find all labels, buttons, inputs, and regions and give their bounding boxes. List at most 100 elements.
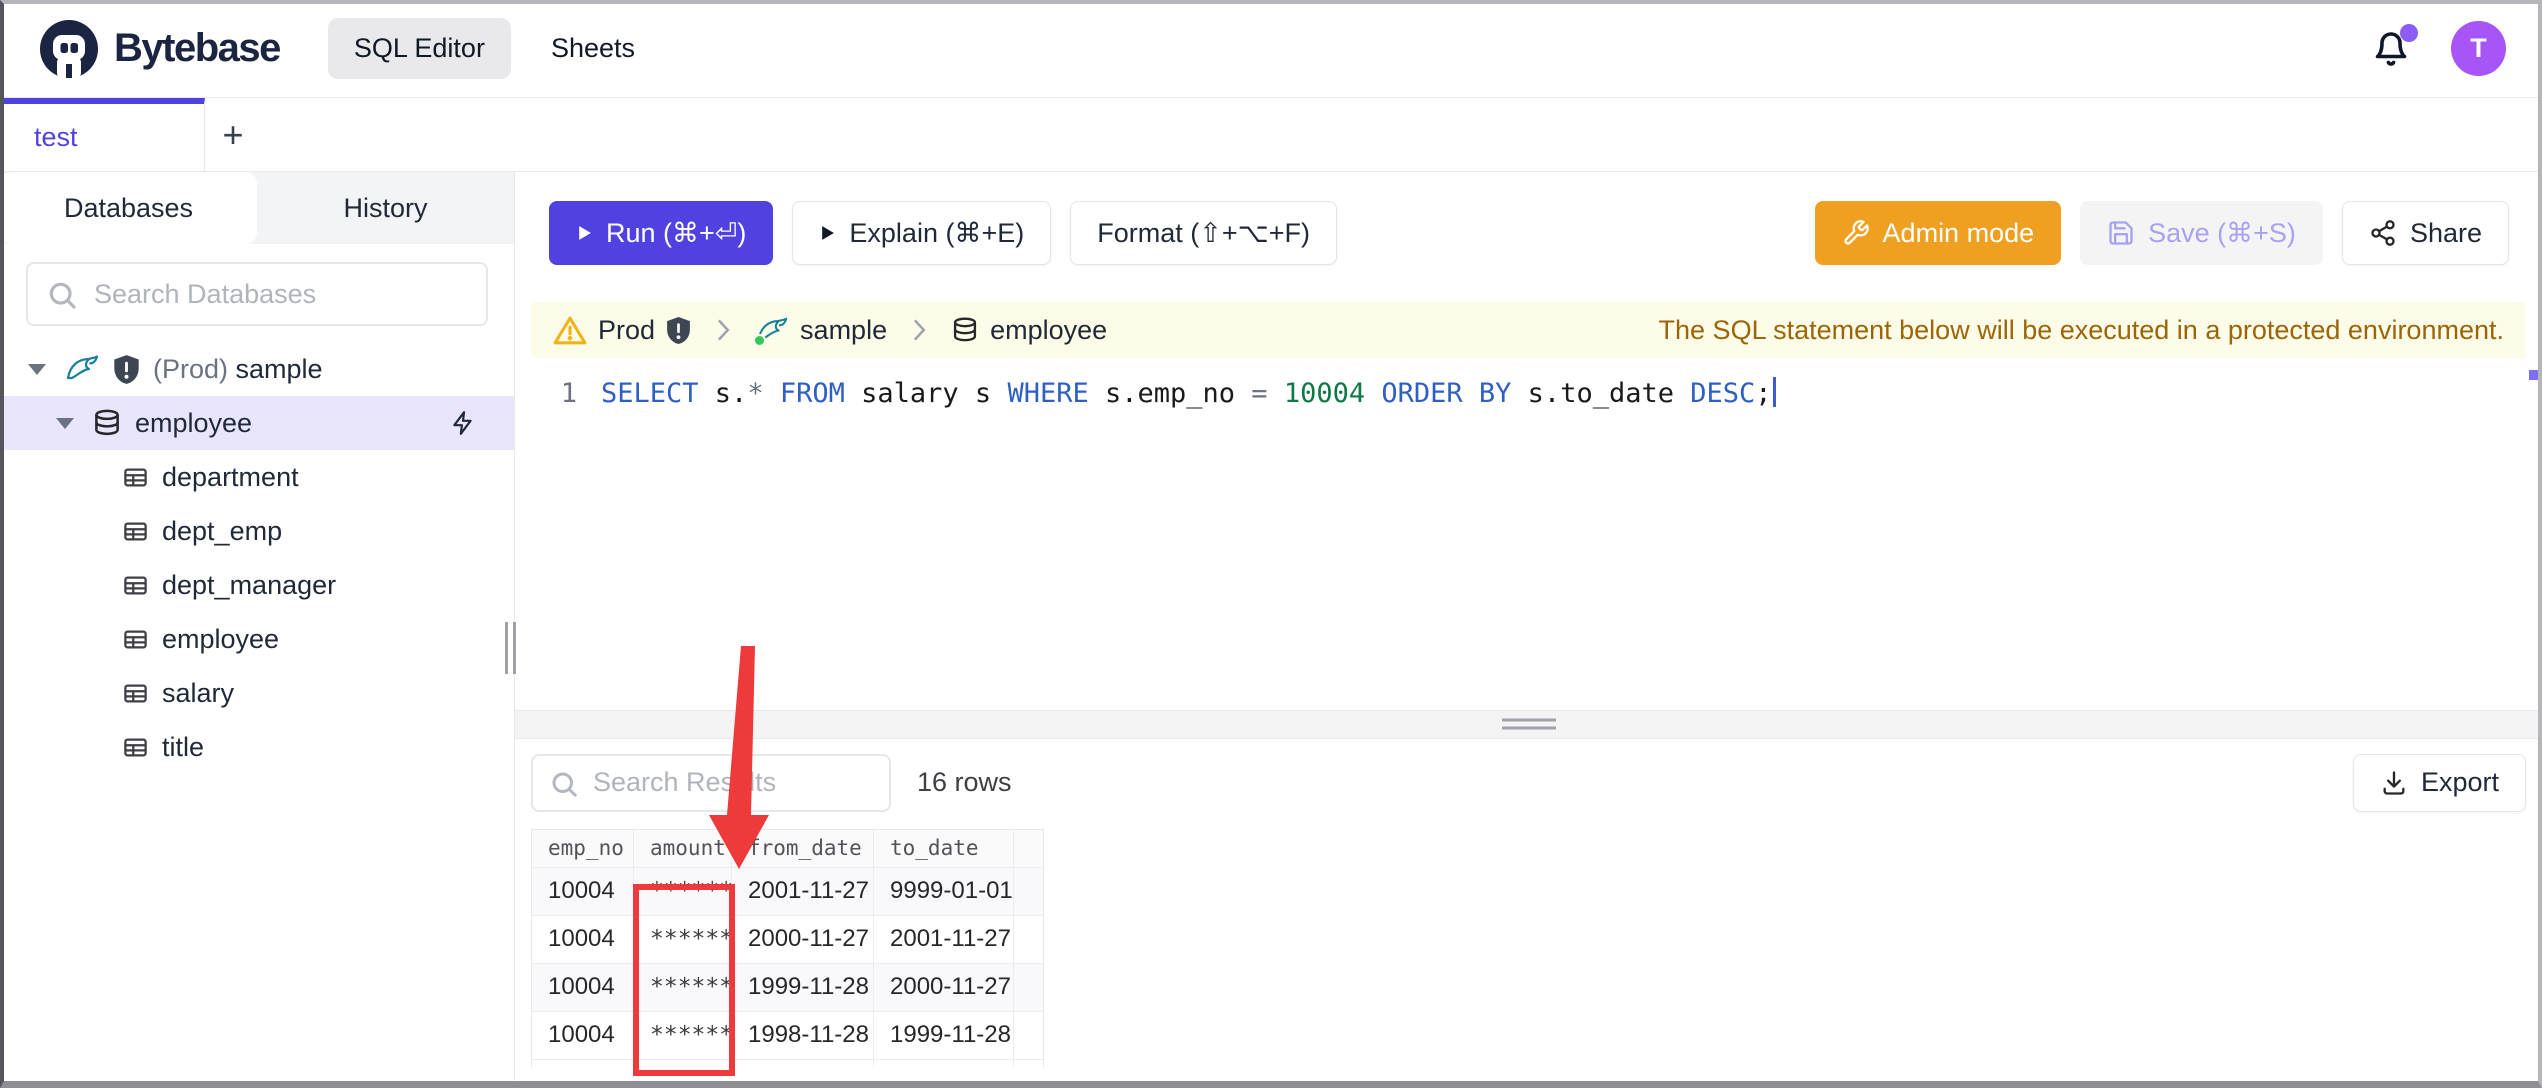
nav-sql-editor[interactable]: SQL Editor <box>327 18 511 79</box>
search-results-input[interactable] <box>531 753 891 812</box>
results-table: emp_no amount from_date to_date 10004 ****** 2… <box>531 828 1044 1067</box>
table-row[interactable]: 10004 ****** 2001-11-27 9999-01-01 <box>532 866 1043 915</box>
tree-table-department[interactable]: department <box>0 450 514 504</box>
tree-table-employee[interactable]: employee <box>0 612 514 666</box>
tree-table-title[interactable]: title <box>0 720 514 774</box>
table-icon <box>122 680 149 707</box>
sql-token: FROM <box>779 378 845 409</box>
cell-amount: ****** <box>634 867 732 915</box>
table-label: dept_manager <box>162 569 337 600</box>
table-icon <box>122 572 149 599</box>
sql-token: SELECT <box>601 378 699 409</box>
notifications-button[interactable] <box>2373 23 2418 67</box>
tree-connection-prod-sample[interactable]: (Prod) sample <box>0 342 514 396</box>
text-cursor <box>1772 377 1776 407</box>
format-button[interactable]: Format (⇧+⌥+F) <box>1070 201 1337 265</box>
sidebar: Databases History Search Databases (Prod… <box>0 172 516 1088</box>
table-label: salary <box>162 677 235 708</box>
worksheet-tab-test[interactable]: test <box>0 98 205 171</box>
sql-editor-window: Bytebase SQL Editor Sheets T test + Datab… <box>0 0 2542 1088</box>
notification-badge <box>2400 23 2418 42</box>
results-panel: 16 rows Export emp_noamountfrom_dateto_d… <box>515 739 2542 1088</box>
cell-from_date: 2001-11-27 <box>732 867 874 915</box>
sidebar-tab-databases[interactable]: Databases <box>0 172 257 244</box>
shield-alert-icon <box>113 354 140 385</box>
breadcrumb-environment[interactable]: Prod <box>598 315 655 346</box>
cell-stub <box>634 1059 732 1067</box>
caret-down-icon[interactable] <box>28 363 46 375</box>
editor-panel: Run (⌘+⏎) Explain (⌘+E) Format (⇧+⌥+F) A… <box>515 172 2542 1088</box>
table-row[interactable]: 10004 ****** 1999-11-28 2000-11-27 <box>532 962 1043 1011</box>
user-avatar[interactable]: T <box>2451 21 2506 76</box>
admin-mode-button[interactable]: Admin mode <box>1814 201 2062 265</box>
save-button[interactable]: Save (⌘+S) <box>2080 201 2323 265</box>
explain-button[interactable]: Explain (⌘+E) <box>792 201 1052 265</box>
column-header-stub <box>1014 830 1043 867</box>
table-icon <box>122 734 149 761</box>
cell-amount: ****** <box>634 915 732 963</box>
column-header-from_date: from_date <box>732 829 874 867</box>
nav-sheets[interactable]: Sheets <box>525 18 661 79</box>
export-button[interactable]: Export <box>2352 753 2526 812</box>
search-icon <box>46 279 78 311</box>
results-toolbar: 16 rows Export <box>531 753 2526 813</box>
database-search <box>26 262 488 326</box>
protected-environment-message: The SQL statement below will be executed… <box>1658 314 2504 345</box>
table-row[interactable]: 10004 ****** 2000-11-27 2001-11-27 <box>532 914 1043 963</box>
tree-table-dept_emp[interactable]: dept_emp <box>0 504 514 558</box>
tree-tables: department dept_emp dept_manager employee sa… <box>0 450 514 774</box>
brand-name: Bytebase <box>114 26 281 70</box>
table-label: employee <box>162 623 280 654</box>
tree-database-employee[interactable]: employee <box>0 396 514 450</box>
cell-emp_no: 10004 <box>532 963 634 1011</box>
sql-code-editor[interactable]: 1 SELECT s.* FROM salary s WHERE s.emp_n… <box>515 358 2542 710</box>
sql-token: = <box>1251 378 1268 409</box>
column-header-to_date: to_date <box>874 829 1014 867</box>
cell-emp_no: 10004 <box>532 1011 634 1059</box>
cell-stub <box>1014 1012 1043 1059</box>
table-icon <box>122 518 149 545</box>
sidebar-resize-handle[interactable] <box>505 622 516 674</box>
cell-amount: ****** <box>634 1011 732 1059</box>
cell-stub <box>532 1059 634 1067</box>
play-icon <box>576 224 593 242</box>
run-button[interactable]: Run (⌘+⏎) <box>549 201 774 265</box>
sql-token: ORDER BY <box>1381 378 1512 409</box>
search-databases-input[interactable] <box>26 262 488 326</box>
cell-to_date: 1999-11-28 <box>874 1011 1014 1059</box>
sidebar-tab-history[interactable]: History <box>257 172 514 244</box>
table-row-partial <box>532 1058 1043 1067</box>
mysql-dolphin-icon <box>753 317 789 347</box>
breadcrumb-table[interactable]: employee <box>990 315 1107 346</box>
sql-token: 10004 <box>1283 378 1366 409</box>
results-resize-divider[interactable] <box>515 709 2542 739</box>
cell-stub <box>1014 1060 1043 1067</box>
cell-stub <box>732 1059 874 1067</box>
table-label: department <box>162 461 299 492</box>
table-row[interactable]: 10004 ****** 1998-11-28 1999-11-28 <box>532 1010 1043 1059</box>
tree-table-salary[interactable]: salary <box>0 666 514 720</box>
lightning-icon[interactable] <box>450 410 476 436</box>
breadcrumb-database[interactable]: sample <box>800 315 887 346</box>
sql-token: salary s <box>844 378 1008 409</box>
context-breadcrumb: Prod sample employee <box>553 315 1107 347</box>
tree-table-dept_manager[interactable]: dept_manager <box>0 558 514 612</box>
editor-overview-ruler-mark <box>2529 370 2539 380</box>
wrench-icon <box>1842 219 1870 247</box>
database-tree: (Prod) sample employee department dept_e… <box>0 342 514 774</box>
protected-environment-banner: Prod sample employee The SQL statement b… <box>531 302 2526 358</box>
share-button[interactable]: Share <box>2341 201 2509 265</box>
results-search <box>531 753 891 812</box>
cell-to_date: 9999-01-01 <box>874 867 1014 915</box>
database-icon <box>951 316 979 344</box>
sql-token: ; <box>1755 378 1772 409</box>
add-worksheet-button[interactable]: + <box>205 98 261 171</box>
shield-alert-icon <box>666 316 691 345</box>
play-icon <box>819 224 836 242</box>
column-header-amount: amount <box>634 829 732 867</box>
sql-token: s.emp_no <box>1088 378 1252 409</box>
caret-down-icon[interactable] <box>56 417 74 429</box>
